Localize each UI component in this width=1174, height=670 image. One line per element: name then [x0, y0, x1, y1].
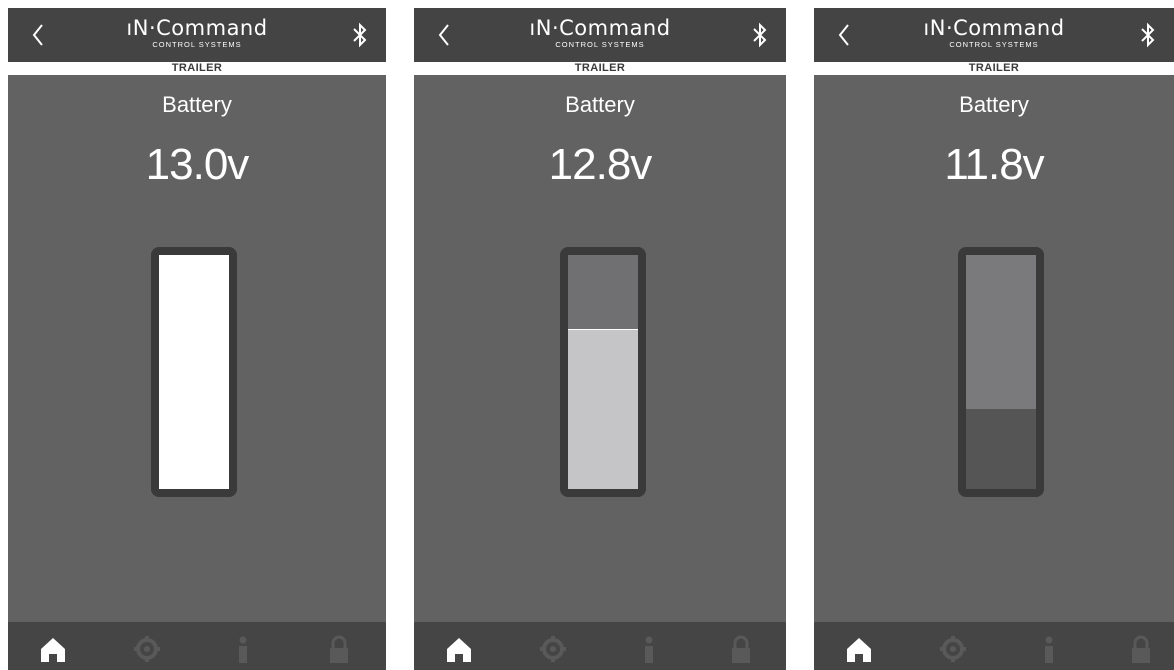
home-icon: [847, 638, 871, 662]
gauge-track: [159, 255, 229, 489]
battery-gauge: [958, 247, 1044, 497]
bottom-nav: [8, 622, 386, 670]
tab-trailer[interactable]: TRAILER: [8, 62, 386, 75]
nav-settings[interactable]: [938, 634, 968, 664]
logo-main-text: ıN·Command: [923, 16, 1065, 40]
gauge-fill: [966, 409, 1036, 489]
nav-home[interactable]: [38, 634, 68, 664]
bottom-nav: [414, 622, 786, 670]
info-icon: [645, 636, 653, 663]
screen-3: ıN·Command CONTROL SYSTEMS TRAILER Batte…: [814, 8, 1174, 670]
brand-logo: ıN·Command CONTROL SYSTEMS: [414, 16, 786, 49]
page-title: Battery: [162, 92, 232, 117]
lock-icon: [330, 635, 348, 663]
gauge-fill: [159, 255, 229, 489]
info-icon: [1045, 636, 1053, 663]
voltage-readout: 12.8v: [548, 140, 653, 189]
battery-gauge: [151, 247, 237, 497]
page-title: Battery: [959, 92, 1029, 117]
gauge-track: [568, 255, 638, 489]
voltage-readout: 11.8v: [944, 140, 1044, 189]
nav-lock[interactable]: [726, 634, 756, 664]
logo-sub-text: CONTROL SYSTEMS: [152, 40, 242, 49]
logo-main-text: ıN·Command: [529, 16, 671, 40]
gauge-track: [966, 255, 1036, 489]
nav-settings[interactable]: [132, 634, 162, 664]
nav-settings[interactable]: [538, 634, 568, 664]
bluetooth-icon: [353, 22, 367, 48]
bottom-nav: [814, 622, 1174, 670]
tab-trailer[interactable]: TRAILER: [414, 62, 786, 75]
top-bar: ıN·Command CONTROL SYSTEMS: [414, 8, 786, 62]
gear-icon: [134, 636, 160, 662]
bluetooth-icon: [1141, 22, 1155, 48]
nav-info[interactable]: [634, 634, 664, 664]
lock-icon: [732, 635, 750, 663]
home-icon: [447, 638, 471, 662]
nav-home[interactable]: [844, 634, 874, 664]
gear-icon: [940, 636, 966, 662]
screen-1: ıN·Command CONTROL SYSTEMS TRAILER Batte…: [8, 8, 386, 670]
top-bar: ıN·Command CONTROL SYSTEMS: [814, 8, 1174, 62]
nav-info[interactable]: [1034, 634, 1064, 664]
top-bar: ıN·Command CONTROL SYSTEMS: [8, 8, 386, 62]
nav-lock[interactable]: [324, 634, 354, 664]
voltage-readout: 13.0v: [145, 140, 250, 189]
logo-sub-text: CONTROL SYSTEMS: [949, 40, 1039, 49]
lock-icon: [1132, 635, 1150, 663]
home-icon: [41, 638, 65, 662]
bluetooth-button[interactable]: [1138, 22, 1158, 48]
battery-gauge: [560, 247, 646, 497]
logo-sub-text: CONTROL SYSTEMS: [555, 40, 645, 49]
logo-main-text: ıN·Command: [126, 16, 268, 40]
nav-lock[interactable]: [1126, 634, 1156, 664]
screen-2: ıN·Command CONTROL SYSTEMS TRAILER Batte…: [414, 8, 786, 670]
info-icon: [239, 636, 247, 663]
bluetooth-button[interactable]: [750, 22, 770, 48]
nav-home[interactable]: [444, 634, 474, 664]
bluetooth-icon: [753, 22, 767, 48]
nav-info[interactable]: [228, 634, 258, 664]
brand-logo: ıN·Command CONTROL SYSTEMS: [8, 16, 386, 49]
gear-icon: [540, 636, 566, 662]
tab-trailer[interactable]: TRAILER: [814, 62, 1174, 75]
gauge-fill: [568, 328, 638, 489]
brand-logo: ıN·Command CONTROL SYSTEMS: [814, 16, 1174, 49]
page-title: Battery: [565, 92, 635, 117]
bluetooth-button[interactable]: [350, 22, 370, 48]
